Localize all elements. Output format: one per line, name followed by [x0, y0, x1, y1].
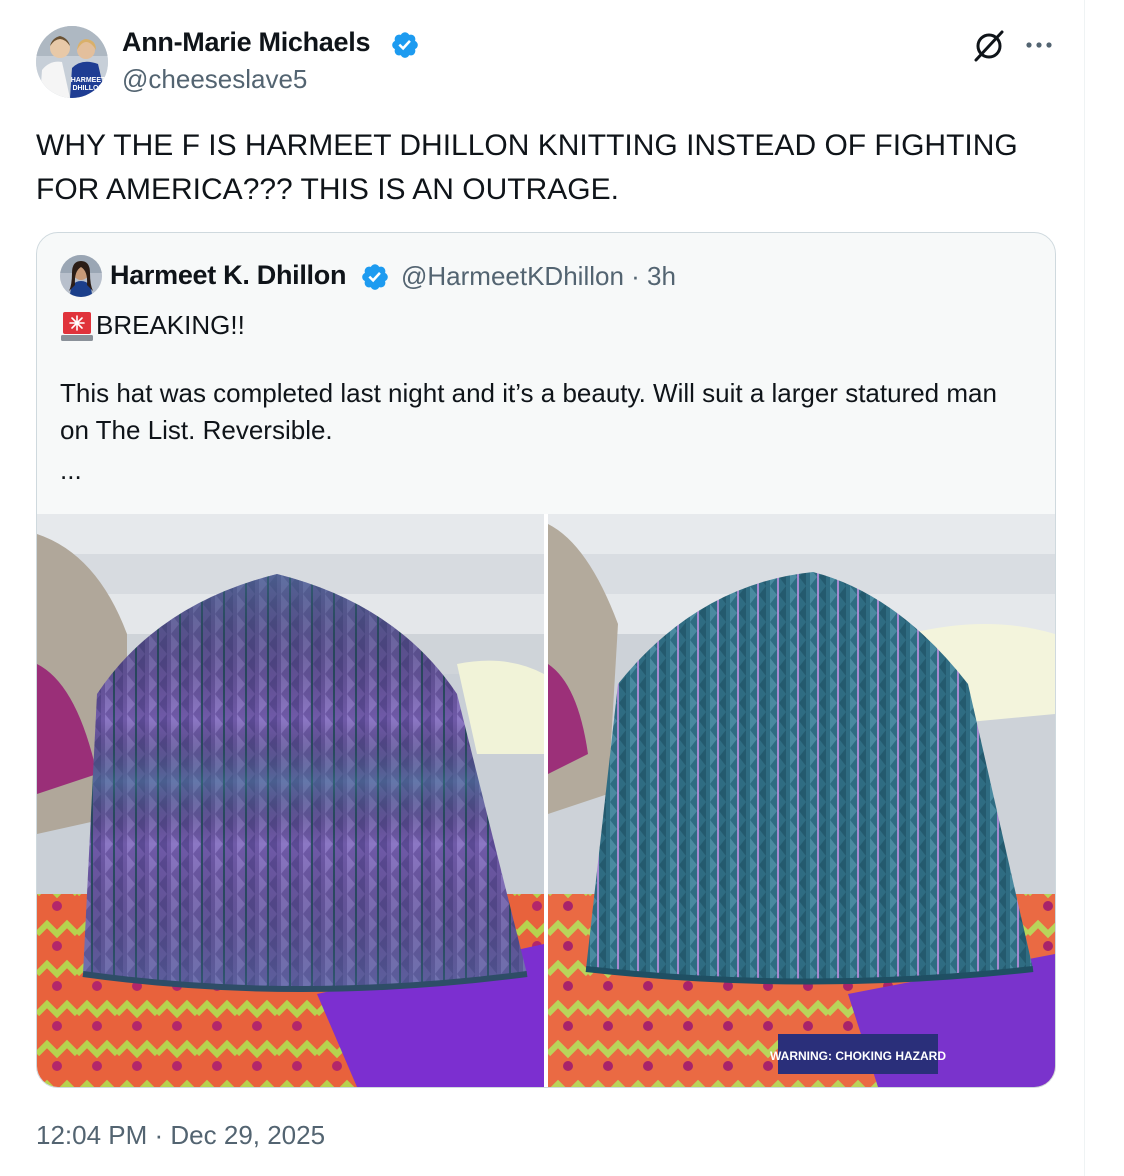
tweet-text: WHY THE F IS HARMEET DHILLON KNITTING IN…	[36, 129, 1018, 206]
author-handle[interactable]: @cheeseslave5	[122, 64, 307, 95]
tweet-timestamp[interactable]: 12:04 PM · Dec 29, 2025	[36, 1120, 325, 1151]
quoted-tweet[interactable]: Harmeet K. Dhillon @HarmeetKDhillon · 3h…	[36, 232, 1056, 1088]
author-avatar[interactable]: HARMEET DHILLON	[36, 26, 108, 98]
author-name[interactable]: Ann-Marie Michaels	[122, 27, 370, 58]
verified-badge-icon	[362, 264, 388, 290]
siren-icon	[61, 312, 93, 341]
product-tag-text: WARNING: CHOKING HAZARD	[770, 1049, 946, 1063]
quote-author-name[interactable]: Harmeet K. Dhillon	[110, 260, 346, 291]
quote-author-avatar[interactable]	[60, 255, 102, 297]
verified-badge-icon	[392, 32, 418, 58]
quote-handle-and-time[interactable]: @HarmeetKDhillon · 3h	[401, 261, 676, 292]
avatar-photo: HARMEET DHILLON	[36, 26, 108, 98]
grok-icon[interactable]	[970, 27, 1008, 65]
more-icon[interactable]	[1024, 30, 1054, 60]
photo-teal-hat[interactable]: WARNING: CHOKING HAZARD	[548, 514, 1055, 1087]
photo-purple-hat[interactable]	[37, 514, 544, 1087]
quote-show-more[interactable]: ...	[60, 455, 82, 486]
avatar-shirt-text-2: DHILLON	[72, 85, 103, 92]
column-divider	[1084, 0, 1085, 1176]
quote-media-grid: WARNING: CHOKING HAZARD	[37, 514, 1055, 1087]
quote-body-text: This hat was completed last night and it…	[60, 378, 997, 445]
tweet-page: HARMEET DHILLON Ann-Marie Michaels @chee…	[0, 0, 1124, 1176]
avatar-shirt-text-1: HARMEET	[71, 77, 106, 84]
quote-breaking-label: BREAKING!!	[96, 310, 245, 340]
